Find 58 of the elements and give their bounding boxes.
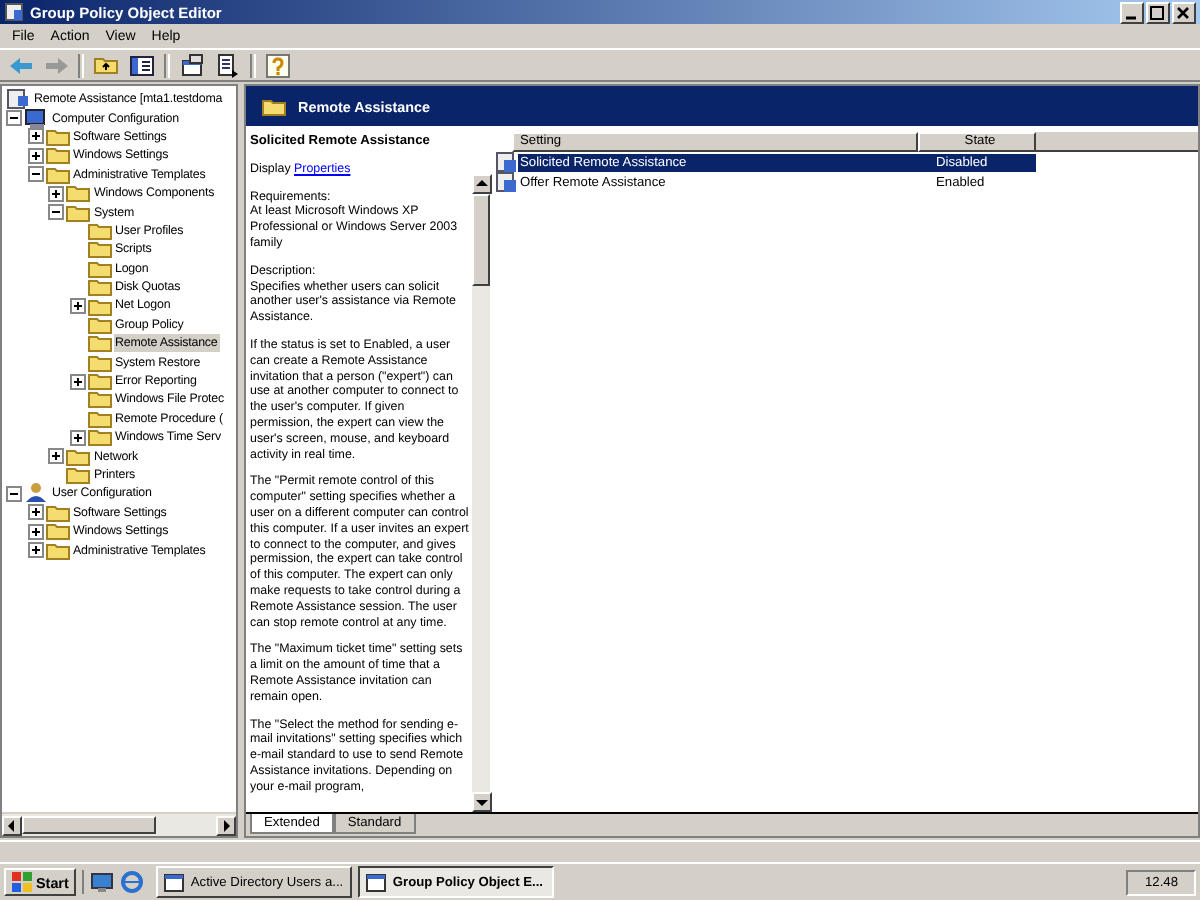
- scroll-thumb[interactable]: [22, 816, 156, 834]
- minimize-button[interactable]: [1120, 1, 1144, 23]
- setting-icon: [496, 152, 516, 172]
- folder-icon: [66, 182, 90, 205]
- window-icon: [164, 872, 185, 892]
- expand-icon[interactable]: [27, 523, 43, 540]
- folder-icon: [87, 388, 111, 411]
- folder-icon: [45, 163, 69, 186]
- expand-icon[interactable]: [27, 542, 43, 559]
- collapse-icon[interactable]: [6, 485, 22, 502]
- setting-icon: [496, 172, 516, 192]
- folder-icon: [87, 313, 111, 336]
- export-list-icon[interactable]: [214, 51, 242, 79]
- desktop-icon[interactable]: [90, 870, 115, 894]
- app-icon: [4, 2, 24, 22]
- collapse-icon[interactable]: [48, 204, 64, 221]
- folder-icon: [45, 125, 69, 148]
- expand-icon[interactable]: [48, 185, 64, 202]
- computer-icon: [24, 107, 48, 130]
- close-button[interactable]: [1172, 1, 1196, 23]
- user-icon: [24, 482, 48, 505]
- folder-icon: [87, 407, 111, 430]
- expand-icon[interactable]: [27, 147, 43, 164]
- folder-icon: [45, 539, 69, 562]
- collapse-icon[interactable]: [27, 166, 43, 183]
- folder-icon: [87, 332, 111, 355]
- folder-icon: [66, 201, 90, 224]
- folder-icon: [87, 257, 111, 280]
- folder-icon: [87, 295, 111, 317]
- window-icon[interactable]: [178, 51, 206, 79]
- expand-icon[interactable]: [69, 297, 85, 314]
- folder-icon: [87, 351, 111, 374]
- windows-logo-icon: [12, 872, 32, 892]
- expand-icon[interactable]: [27, 504, 43, 521]
- folder-icon: [87, 370, 111, 393]
- window-icon: [366, 872, 387, 892]
- folder-icon: [87, 426, 111, 449]
- expand-icon[interactable]: [69, 429, 85, 446]
- folder-icon: [87, 276, 111, 299]
- scroll-thumb[interactable]: [472, 194, 490, 286]
- folder-icon: [87, 219, 111, 242]
- folder-icon: [45, 501, 69, 524]
- folder-icon: [66, 464, 90, 487]
- folder-icon: [262, 95, 286, 117]
- expand-icon[interactable]: [69, 373, 85, 390]
- scroll-icon: [6, 88, 30, 111]
- expand-icon[interactable]: [27, 128, 43, 145]
- collapse-icon[interactable]: [6, 110, 22, 127]
- folder-icon: [66, 445, 90, 468]
- horizontal-scrollbar[interactable]: [2, 812, 236, 836]
- folder-icon: [45, 520, 69, 543]
- panes-icon[interactable]: [128, 51, 156, 79]
- folder-icon: [45, 144, 69, 167]
- maximize-button[interactable]: [1146, 1, 1170, 23]
- vertical-scrollbar[interactable]: [472, 174, 490, 812]
- help-icon[interactable]: [264, 51, 292, 79]
- expand-icon[interactable]: [48, 448, 64, 465]
- folder-icon: [87, 238, 111, 261]
